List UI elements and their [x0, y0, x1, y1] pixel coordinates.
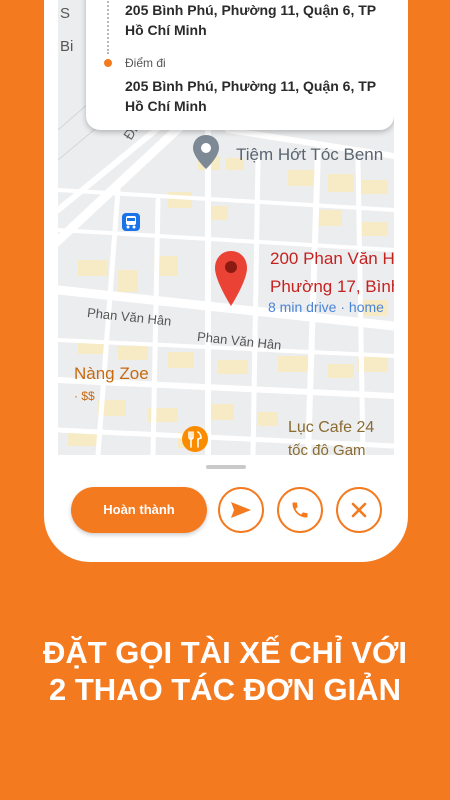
destination-label: Điểm đi: [125, 56, 166, 70]
origin-address[interactable]: 205 Bình Phú, Phường 11, Quận 6, TP Hồ C…: [125, 0, 394, 40]
destination-dot-icon: [104, 59, 112, 67]
send-icon: [231, 502, 251, 518]
drive-time-label: 8 min drive · home: [268, 299, 384, 315]
cancel-button[interactable]: [336, 487, 382, 533]
navigate-button[interactable]: [218, 487, 264, 533]
restaurant-icon[interactable]: [182, 426, 208, 452]
poi-label-nang-zoe[interactable]: Nàng Zoe: [74, 364, 149, 384]
map-edge-label-2: Bi: [60, 38, 74, 55]
phone-frame: S Bi Điện Tiệm Hớt Tóc Benn 200 Phan Văn…: [44, 0, 408, 562]
poi-price-label: · $$: [74, 389, 95, 403]
map-edge-label-1: S: [60, 5, 71, 22]
bus-stop-icon[interactable]: [122, 213, 140, 231]
headline-line-2: 2 THAO TÁC ĐƠN GIẢN: [49, 672, 401, 707]
route-connector: [107, 0, 109, 54]
map-pin-icon[interactable]: [214, 250, 248, 308]
destination-address-line2[interactable]: Phường 17, Bình: [270, 277, 394, 297]
headline-line-1: ĐẶT GỌI TÀI XẾ CHỈ VỚI: [42, 635, 408, 670]
poi-label-luc-cafe[interactable]: Lục Cafe 24: [288, 419, 374, 437]
destination-address[interactable]: 205 Bình Phú, Phường 11, Quận 6, TP Hồ C…: [125, 76, 394, 116]
map-view[interactable]: S Bi Điện Tiệm Hớt Tóc Benn 200 Phan Văn…: [58, 0, 394, 455]
close-icon: [351, 502, 367, 518]
drag-handle[interactable]: [206, 465, 246, 469]
poi-marker-icon[interactable]: [192, 134, 220, 170]
phone-icon: [292, 502, 308, 518]
route-card: 205 Bình Phú, Phường 11, Quận 6, TP Hồ C…: [86, 0, 394, 130]
poi-sublabel-luc-cafe: tốc độ Gam: [288, 442, 366, 455]
poi-name-label[interactable]: Tiệm Hớt Tóc Benn: [236, 145, 383, 165]
complete-button[interactable]: Hoàn thành: [71, 487, 207, 533]
call-button[interactable]: [277, 487, 323, 533]
destination-address-line1[interactable]: 200 Phan Văn H: [270, 249, 394, 269]
